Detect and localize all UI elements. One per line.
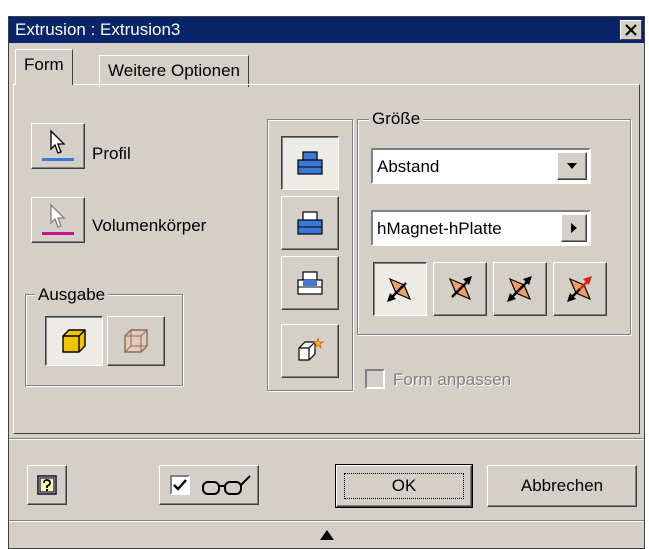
cursor-arrow-icon	[42, 129, 74, 161]
glasses-icon	[202, 475, 251, 495]
distance-flyout-button[interactable]	[561, 214, 587, 242]
close-icon	[625, 24, 637, 36]
tab-weitere-optionen-label: Weitere Optionen	[108, 61, 240, 80]
intersect-button[interactable]	[281, 256, 339, 310]
expand-bar[interactable]	[9, 520, 644, 548]
extent-type-value: Abstand	[377, 157, 440, 176]
output-solid-button[interactable]	[45, 316, 103, 366]
cut-icon	[297, 211, 323, 235]
form-anpassen-checkbox[interactable]	[365, 369, 385, 389]
extrude-asymmetric-icon	[567, 276, 592, 302]
new-solid-icon	[298, 337, 324, 361]
distance-value: hMagnet-hPlatte	[377, 219, 502, 238]
window-title: Extrusion : Extrusion3	[15, 20, 181, 39]
solid-cube-icon	[62, 329, 86, 353]
profil-label: Profil	[92, 144, 131, 163]
groesse-label: Größe	[369, 109, 424, 129]
join-icon	[297, 151, 323, 175]
intersect-icon	[297, 271, 323, 295]
tab-form[interactable]: Form	[15, 49, 73, 85]
extent-type-dropdown[interactable]: Abstand	[371, 148, 591, 184]
direction-1-button[interactable]	[373, 262, 427, 316]
form-anpassen-label: Form anpassen	[393, 370, 512, 389]
expand-arrow-up-icon	[319, 529, 334, 540]
cut-button[interactable]	[281, 196, 339, 250]
tab-form-label: Form	[24, 55, 64, 74]
asymmetric-button[interactable]	[553, 262, 607, 316]
checkmark-icon	[173, 479, 187, 491]
footer-separator	[9, 438, 644, 440]
distance-input[interactable]: hMagnet-hPlatte	[371, 210, 591, 246]
output-surface-button[interactable]	[107, 316, 165, 366]
cancel-label: Abbrechen	[520, 476, 604, 495]
chevron-down-icon	[567, 163, 577, 169]
chevron-right-icon	[571, 223, 577, 233]
title-bar[interactable]: Extrusion : Extrusion3	[9, 17, 644, 43]
close-button[interactable]	[620, 20, 642, 40]
ausgabe-label: Ausgabe	[35, 285, 109, 305]
extent-type-dropdown-button[interactable]	[557, 152, 587, 180]
volumenkoerper-label: Volumenkörper	[92, 216, 207, 235]
volumenkoerper-select-button[interactable]	[31, 197, 85, 243]
preview-checkbox[interactable]	[170, 475, 190, 495]
cursor-arrow-disabled-icon	[42, 203, 74, 235]
symmetric-button[interactable]	[493, 262, 547, 316]
surface-cube-icon	[124, 329, 148, 353]
cancel-button[interactable]: Abbrechen	[487, 465, 637, 507]
extrude-symmetric-icon	[507, 276, 532, 302]
profil-select-button[interactable]	[31, 123, 85, 169]
extrusion-dialog: Extrusion : Extrusion3 Form Weitere Opti…	[8, 16, 645, 549]
direction-2-button[interactable]	[433, 262, 487, 316]
help-button[interactable]	[27, 465, 67, 505]
extrude-direction-1-icon	[387, 277, 412, 302]
tab-weitere-optionen[interactable]: Weitere Optionen	[99, 55, 249, 87]
preview-toggle[interactable]	[159, 465, 259, 505]
new-solid-button[interactable]	[281, 324, 339, 378]
help-icon	[37, 475, 57, 495]
extrude-direction-2-icon	[448, 276, 472, 301]
ok-label: OK	[391, 476, 417, 495]
join-button[interactable]	[281, 136, 339, 190]
ok-button-focus: OK	[344, 473, 464, 499]
ok-button[interactable]: OK	[335, 464, 473, 508]
